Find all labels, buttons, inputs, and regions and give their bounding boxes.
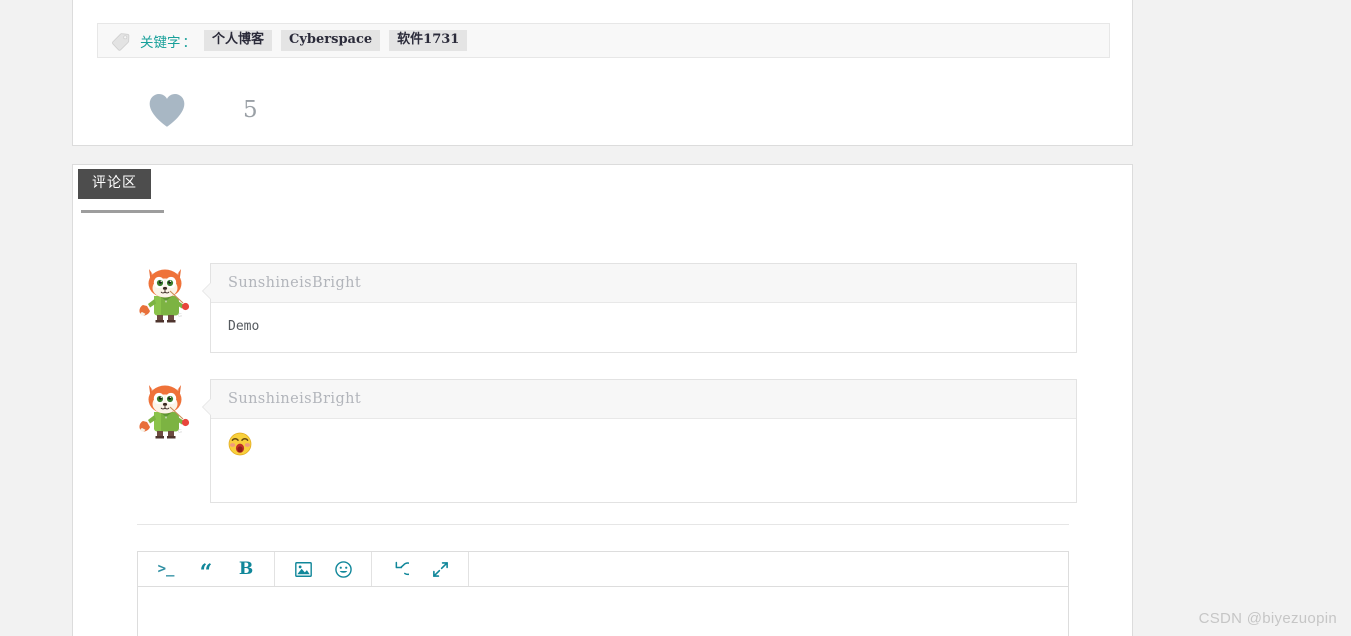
- image-icon[interactable]: [283, 552, 323, 586]
- page-root: 关键字 ： 个人博客 Cyberspace 软件1731 5 评论区 G Sun…: [0, 0, 1351, 636]
- comment-editor: >_ “ B: [137, 551, 1069, 636]
- editor-divider: [137, 524, 1069, 525]
- comment-body: Demo: [228, 319, 260, 334]
- code-prompt-icon[interactable]: >_: [146, 552, 186, 586]
- tab-comments[interactable]: 评论区: [78, 169, 151, 199]
- svg-text:G: G: [178, 313, 182, 319]
- like-row: 5: [97, 79, 697, 141]
- comment-tab-underline: [81, 210, 164, 213]
- comment-textarea[interactable]: [138, 587, 1068, 636]
- tag-icon: [110, 30, 132, 52]
- comment-username[interactable]: SunshineisBright: [228, 391, 361, 407]
- tag-chip-2[interactable]: 软件1731: [389, 30, 468, 51]
- keyword-colon: ：: [182, 34, 197, 50]
- comment-bubble: SunshineisBright Demo: [202, 263, 1077, 353]
- comment-item: G SunshineisBright: [137, 379, 1077, 503]
- quote-icon[interactable]: “: [186, 552, 226, 586]
- undo-icon[interactable]: [380, 552, 420, 586]
- article-footer-panel: 关键字 ： 个人博客 Cyberspace 软件1731 5: [72, 0, 1133, 146]
- fullscreen-icon[interactable]: [420, 552, 460, 586]
- comment-bubble: SunshineisBright: [202, 379, 1077, 503]
- svg-text:G: G: [178, 429, 182, 435]
- watermark: CSDN @biyezuopin: [1198, 610, 1337, 627]
- keyword-tag-bar: 关键字 ： 个人博客 Cyberspace 软件1731: [97, 23, 1110, 58]
- comment-tab-wrapper: 评论区: [78, 169, 278, 213]
- emoji-icon[interactable]: [323, 552, 363, 586]
- heart-icon[interactable]: [147, 91, 187, 129]
- comment-bubble-header: SunshineisBright: [211, 264, 1076, 303]
- toolbar-group-actions: [372, 552, 469, 586]
- comment-bubble-header: SunshineisBright: [211, 380, 1076, 419]
- tag-chip-1[interactable]: Cyberspace: [281, 30, 381, 51]
- avatar[interactable]: G: [137, 381, 193, 439]
- editor-toolbar: >_ “ B: [138, 552, 1068, 587]
- comment-panel: 评论区 G SunshineisBright Demo G Sunshineis…: [72, 164, 1133, 636]
- toolbar-group-text: >_ “ B: [138, 552, 275, 586]
- toolbar-group-media: [275, 552, 372, 586]
- tag-chip-0[interactable]: 个人博客: [204, 30, 273, 51]
- toolbar-filler: [469, 552, 1068, 586]
- comment-body: [211, 419, 1076, 502]
- avatar[interactable]: G: [137, 265, 193, 323]
- astonished-face-emoji: [228, 432, 252, 456]
- comment-list: G SunshineisBright Demo G SunshineisBrig…: [137, 263, 1077, 529]
- bold-icon[interactable]: B: [226, 552, 266, 586]
- like-count: 5: [243, 97, 258, 123]
- keyword-label: 关键字: [140, 34, 181, 51]
- comment-item: G SunshineisBright Demo: [137, 263, 1077, 353]
- comment-username[interactable]: SunshineisBright: [228, 275, 361, 291]
